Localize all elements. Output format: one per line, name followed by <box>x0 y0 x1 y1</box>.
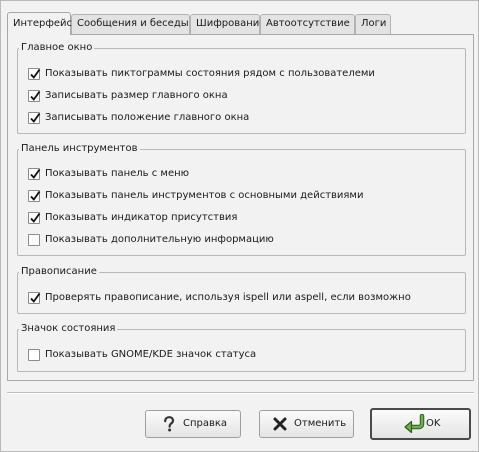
group-toolbar: Панель инструментов Показывать панель с … <box>17 142 466 256</box>
group-status-icon-title: Значок состояния <box>19 322 118 336</box>
checkmark-icon <box>30 112 41 123</box>
checkbox[interactable] <box>28 292 41 304</box>
option-label: Показывать пиктограммы состояния рядом с… <box>45 68 375 79</box>
checkbox[interactable] <box>28 68 41 80</box>
tab-messages-label: Сообщения и беседы <box>77 18 189 29</box>
checkbox[interactable] <box>28 212 41 224</box>
group-main-window-title: Главное окно <box>19 41 95 55</box>
option-label: Записывать размер главного окна <box>45 90 228 101</box>
preferences-window: Интерфейс Сообщения и беседы Шифрование … <box>0 0 479 452</box>
checkbox[interactable] <box>28 168 41 180</box>
option-label: Показывать индикатор присутствия <box>45 212 238 223</box>
group-spelling-title: Правописание <box>19 265 99 279</box>
tab-interface[interactable]: Интерфейс <box>7 12 73 35</box>
checkbox[interactable] <box>28 190 41 202</box>
tab-encryption[interactable]: Шифрование <box>190 14 265 34</box>
tab-encryption-label: Шифрование <box>196 18 266 29</box>
group-spelling: Правописание Проверять правописание, исп… <box>17 265 466 314</box>
option-label: Показывать GNOME/KDE значок статуса <box>45 349 257 360</box>
help-icon <box>164 416 175 432</box>
tab-auto-away[interactable]: Автоотсутствие <box>260 14 355 34</box>
checkmark-icon <box>30 292 41 303</box>
checkmark-icon <box>30 190 41 201</box>
option-label: Проверять правописание, используя ispell… <box>45 292 411 303</box>
tab-logs-label: Логи <box>361 18 387 29</box>
cancel-button[interactable]: Отменить <box>259 410 354 438</box>
checkmark-icon <box>30 90 41 101</box>
tab-messages[interactable]: Сообщения и беседы <box>71 14 190 34</box>
ok-icon <box>404 414 425 434</box>
group-main-window: Главное окно Показывать пиктограммы сост… <box>17 41 466 134</box>
button-separator <box>7 392 474 394</box>
help-button[interactable]: Справка <box>145 410 241 438</box>
tab-logs[interactable]: Логи <box>355 14 391 34</box>
option-label: Записывать положение главного окна <box>45 112 250 123</box>
checkmark-icon <box>30 168 41 179</box>
ok-button-label: OK <box>426 418 441 429</box>
interface-panel: Главное окно Показывать пиктограммы сост… <box>7 34 474 381</box>
checkmark-icon <box>30 68 41 79</box>
group-status-icon: Значок состояния Показывать GNOME/KDE зн… <box>17 322 466 372</box>
checkmark-icon <box>30 212 41 223</box>
checkbox[interactable] <box>28 112 41 124</box>
checkbox[interactable] <box>28 234 40 246</box>
option-label: Показывать панель с меню <box>45 168 190 179</box>
tab-interface-label: Интерфейс <box>13 18 73 29</box>
cancel-button-label: Отменить <box>294 418 347 429</box>
option-label: Показывать панель инструментов с основны… <box>45 190 364 201</box>
option-label: Показывать дополнительную информацию <box>45 234 274 245</box>
help-button-label: Справка <box>183 418 228 429</box>
group-toolbar-title: Панель инструментов <box>19 142 140 156</box>
tab-auto-away-label: Автоотсутствие <box>266 18 350 29</box>
checkbox[interactable] <box>28 349 40 361</box>
cancel-icon <box>273 417 287 431</box>
checkbox[interactable] <box>28 90 41 102</box>
ok-button[interactable]: OK <box>370 408 471 440</box>
